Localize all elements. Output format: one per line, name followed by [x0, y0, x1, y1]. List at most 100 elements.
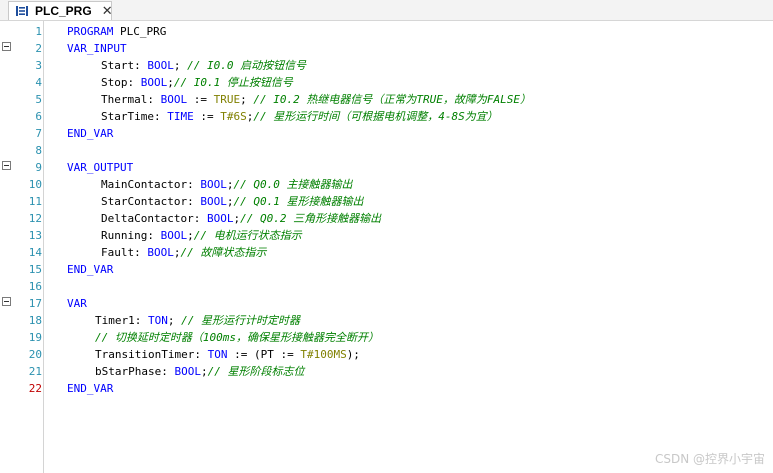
line-number: 5 — [35, 93, 42, 106]
operator: := (PT := — [227, 348, 301, 361]
var-type: TON — [207, 348, 228, 361]
var-type: BOOL — [200, 195, 227, 208]
var-type: TON — [147, 314, 168, 327]
var-type: BOOL — [147, 246, 174, 259]
code-line: StarContactor: BOOL;// Q0.1 星形接触器输出 — [101, 193, 363, 210]
keyword: END_VAR — [67, 127, 114, 140]
var-type: BOOL — [160, 229, 188, 242]
fold-toggle-icon[interactable] — [2, 297, 11, 306]
line-number-gutter: 1 2 3 4 5 6 7 8 9 10 11 12 13 14 15 16 1… — [0, 21, 44, 473]
comment: // 切换延时定时器（100ms，确保星形接触器完全断开） — [95, 331, 379, 344]
var-type: BOOL — [200, 178, 227, 191]
keyword: VAR — [67, 297, 87, 310]
code-line: MainContactor: BOOL;// Q0.0 主接触器输出 — [101, 176, 352, 193]
var-name: Timer1: — [95, 314, 148, 327]
current-line-number: 22 — [28, 382, 42, 395]
line-number: 4 — [35, 76, 42, 89]
program-name: PLC_PRG — [113, 25, 167, 38]
var-name: Thermal: — [101, 93, 161, 106]
line-number: 20 — [28, 348, 42, 361]
comment: // I0.1 停止按钮信号 — [173, 76, 293, 89]
code-line: END_VAR — [67, 261, 113, 278]
line-number: 15 — [28, 263, 42, 276]
code-line: bStarPhase: BOOL;// 星形阶段标志位 — [95, 363, 304, 380]
code-line: END_VAR — [67, 380, 113, 397]
comment: // Q0.1 星形接触器输出 — [233, 195, 364, 208]
comment: // 星形运行时间（可根据电机调整，4-8S为宜） — [253, 110, 498, 123]
var-type: TIME — [167, 110, 194, 123]
comment: // 故障状态指示 — [180, 246, 267, 259]
operator: := — [187, 93, 214, 106]
code-line: VAR — [67, 295, 87, 312]
var-name: bStarPhase: — [95, 365, 175, 378]
keyword: END_VAR — [67, 263, 114, 276]
code-line: VAR_INPUT — [67, 40, 127, 57]
comment: // 星形运行计时定时器 — [181, 314, 300, 327]
operator: := — [193, 110, 221, 123]
separator: ; — [167, 76, 174, 89]
var-name: StarContactor: — [101, 195, 201, 208]
var-type: BOOL — [140, 76, 168, 89]
literal: TRUE — [213, 93, 241, 106]
keyword: PROGRAM — [67, 25, 114, 38]
code-editor[interactable]: PROGRAM PLC_PRG VAR_INPUT Start: BOOL; /… — [44, 21, 773, 473]
separator: ; — [187, 229, 194, 242]
var-name: Start: — [101, 59, 148, 72]
separator: ); — [346, 348, 360, 361]
code-line: PROGRAM PLC_PRG — [67, 23, 166, 40]
code-line: Stop: BOOL;// I0.1 停止按钮信号 — [101, 74, 293, 91]
comment: // 电机运行状态指示 — [193, 229, 302, 242]
var-type: BOOL — [160, 93, 188, 106]
separator: ; — [240, 93, 254, 106]
line-number: 11 — [28, 195, 42, 208]
comment: // Q0.2 三角形接触器输出 — [240, 212, 382, 225]
line-number: 1 — [35, 25, 42, 38]
line-number: 13 — [28, 229, 42, 242]
code-line: StarTime: TIME := T#6S;// 星形运行时间（可根据电机调整… — [101, 108, 498, 125]
code-line: VAR_OUTPUT — [67, 159, 133, 176]
watermark: CSDN @控界小宇宙 — [654, 452, 765, 466]
comment: // 星形阶段标志位 — [207, 365, 305, 378]
var-name: DeltaContactor: — [101, 212, 207, 225]
line-number: 7 — [35, 127, 42, 140]
close-icon[interactable]: ✕ — [102, 5, 113, 18]
pou-program-icon — [15, 5, 29, 17]
line-number: 8 — [35, 144, 42, 157]
var-name: TransitionTimer: — [95, 348, 208, 361]
var-type: BOOL — [206, 212, 234, 225]
fold-toggle-icon[interactable] — [2, 42, 11, 51]
separator: ; — [173, 59, 188, 72]
tab-plc-prg[interactable]: PLC_PRG ✕ — [8, 1, 113, 20]
line-number: 10 — [28, 178, 42, 191]
var-name: Fault: — [101, 246, 148, 259]
separator: ; — [200, 365, 208, 378]
separator: ; — [167, 314, 182, 327]
code-line: // 切换延时定时器（100ms，确保星形接触器完全断开） — [95, 329, 379, 346]
literal: T#100MS — [300, 348, 347, 361]
keyword: VAR_OUTPUT — [67, 161, 134, 174]
comment: // I0.2 热继电器信号（正常为TRUE，故障为FALSE） — [253, 93, 531, 106]
var-name: MainContactor: — [101, 178, 201, 191]
line-number: 21 — [28, 365, 42, 378]
var-name: Stop: — [101, 76, 141, 89]
line-number: 18 — [28, 314, 42, 327]
keyword: VAR_INPUT — [67, 42, 127, 55]
code-line: Fault: BOOL;// 故障状态指示 — [101, 244, 266, 261]
code-line: Running: BOOL;// 电机运行状态指示 — [101, 227, 302, 244]
code-line: END_VAR — [67, 125, 113, 142]
var-name: Running: — [101, 229, 161, 242]
keyword: END_VAR — [67, 382, 114, 395]
editor-tab-bar: PLC_PRG ✕ — [0, 0, 773, 21]
code-line: Timer1: TON; // 星形运行计时定时器 — [95, 312, 300, 329]
line-number: 14 — [28, 246, 42, 259]
var-type: BOOL — [174, 365, 201, 378]
code-line: TransitionTimer: TON := (PT := T#100MS); — [95, 346, 360, 363]
line-number: 12 — [28, 212, 42, 225]
tab-title: PLC_PRG — [35, 4, 92, 18]
fold-toggle-icon[interactable] — [2, 161, 11, 170]
line-number: 16 — [28, 280, 42, 293]
comment: // I0.0 启动按钮信号 — [187, 59, 307, 72]
code-line: Start: BOOL; // I0.0 启动按钮信号 — [101, 57, 306, 74]
literal: T#6S — [220, 110, 247, 123]
code-line: DeltaContactor: BOOL;// Q0.2 三角形接触器输出 — [101, 210, 381, 227]
